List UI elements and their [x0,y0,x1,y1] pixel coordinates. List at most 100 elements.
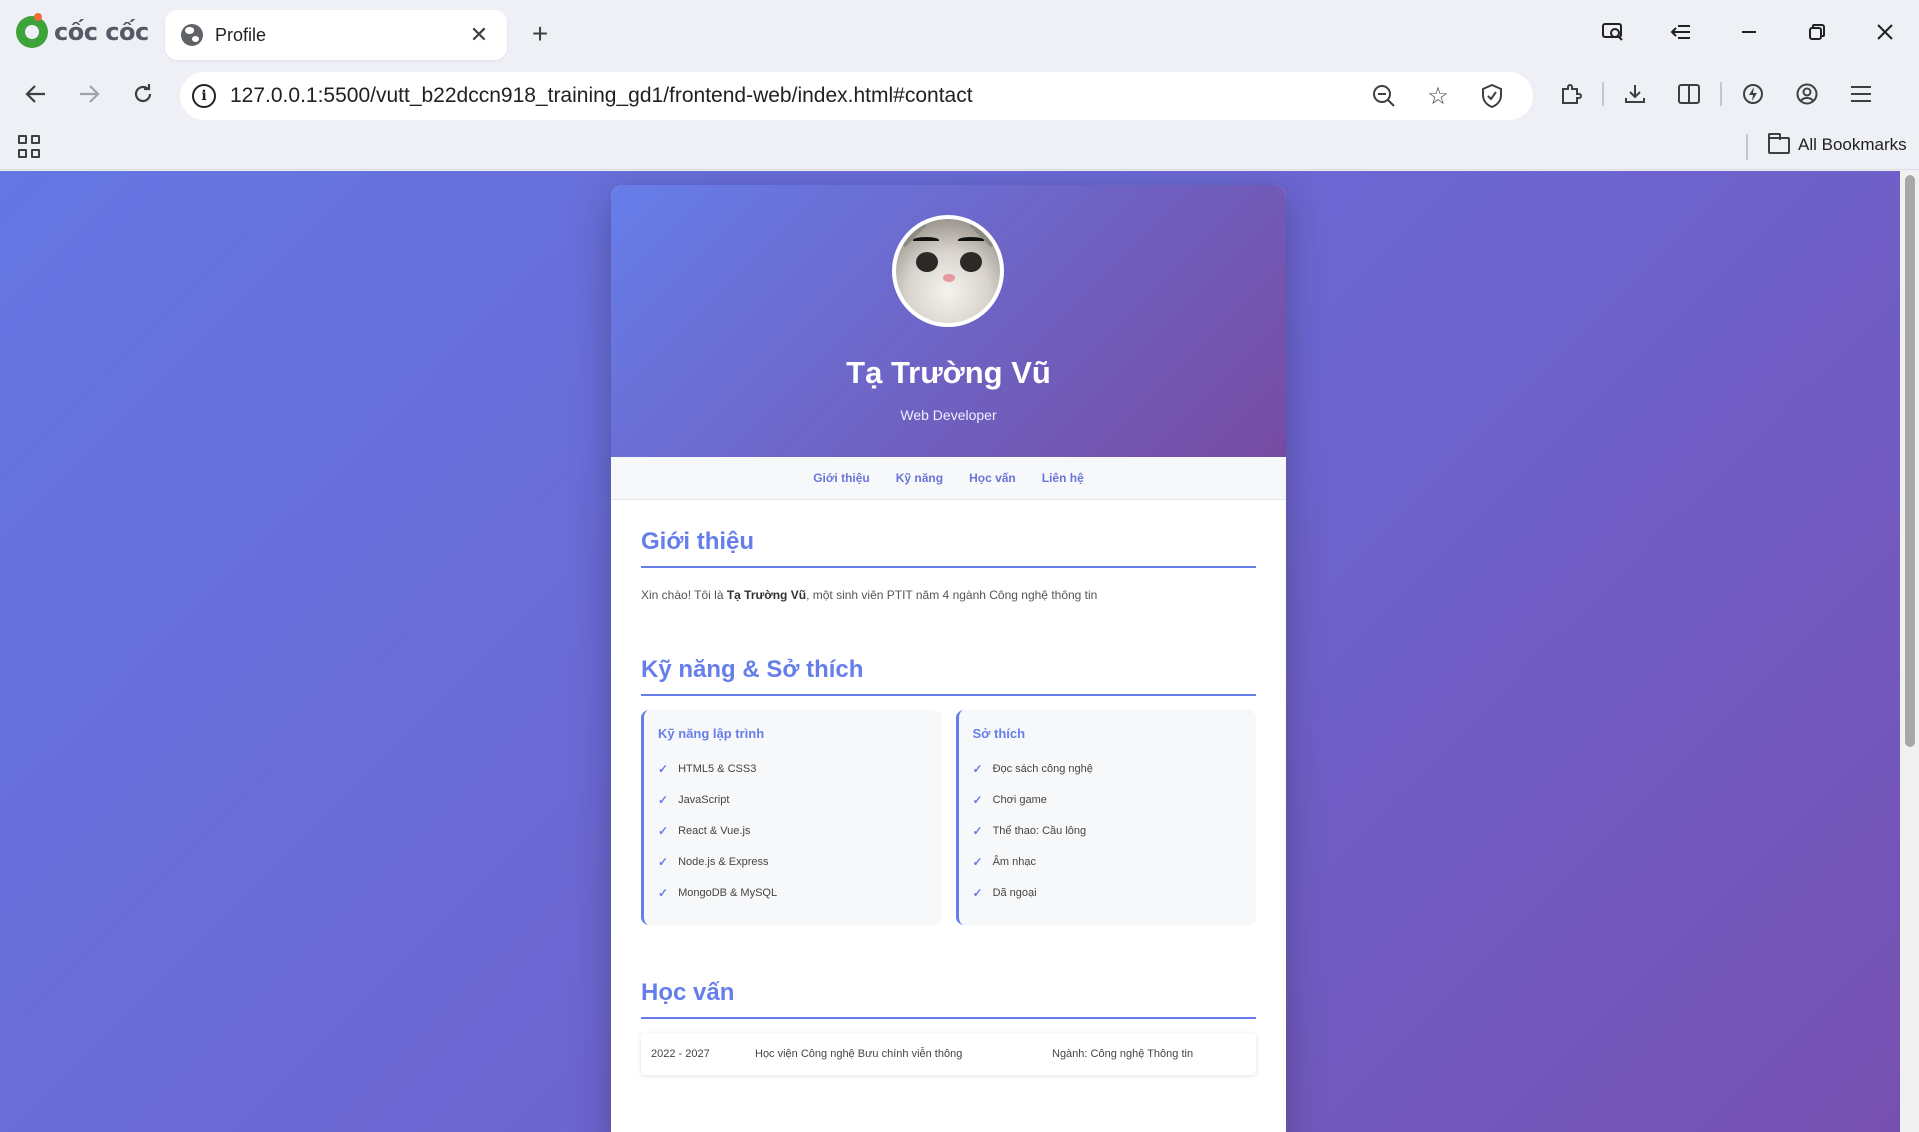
minimize-icon[interactable] [1715,0,1783,64]
nav-link-contact[interactable]: Liên hệ [1042,471,1084,485]
intro-name: Tạ Trường Vũ [726,588,807,602]
scrollbar-thumb[interactable] [1905,175,1915,747]
coccoc-logo-icon [16,13,48,48]
profile-card: Tạ Trường Vũ Web Developer Giới thiệu Kỹ… [611,185,1286,1132]
education-row: 2022 - 2027 Học viện Công nghệ Bưu chính… [641,1033,1256,1075]
profile-name: Tạ Trường Vũ [846,355,1051,390]
window-controls [1579,0,1919,64]
skill-label: MongoDB & MySQL [678,886,778,899]
cat-eye-right [960,252,982,272]
skill-label: HTML5 & CSS3 [678,762,757,775]
browser-toolbar: i 127.0.0.1:5500/vutt_b22dccn918_trainin… [0,64,1919,126]
check-icon: ✓ [658,885,669,900]
skill-label: JavaScript [678,793,730,806]
site-info-icon[interactable]: i [192,84,216,108]
education-section: Học vấn 2022 - 2027 Học viện Công nghệ B… [641,925,1256,1075]
back-button[interactable] [16,74,56,114]
cat-brow-right [958,237,984,243]
check-icon: ✓ [972,823,983,838]
programming-heading: Kỹ năng lập trình [658,726,765,741]
tab-strip: cốc cốc Profile ✕ + [0,0,1919,64]
adblock-shield-icon[interactable] [1465,76,1519,116]
check-icon: ✓ [972,854,983,869]
skills-section: Kỹ năng & Sở thích Kỹ năng lập trình ✓ HT… [641,602,1256,925]
intro-section: Giới thiệu Xin chào! Tôi là Tạ Trường Vũ… [641,500,1256,602]
folder-icon [1768,132,1790,154]
extensions-icon[interactable] [1544,74,1598,114]
nav-link-intro[interactable]: Giới thiệu [813,471,870,485]
list-item: ✓ JavaScript [658,784,928,815]
performance-icon[interactable] [1726,74,1780,114]
new-tab-button[interactable]: + [523,18,557,52]
list-item: ✓ Đọc sách công nghệ [973,753,1243,784]
check-icon: ✓ [658,854,669,869]
hobby-label: Chơi game [992,793,1047,806]
close-window-icon[interactable] [1851,0,1919,64]
profile-icon[interactable] [1780,74,1834,114]
education-school: Học viện Công nghệ Bưu chính viễn thông [755,1048,963,1060]
list-item: ✓ Âm nhạc [973,846,1243,877]
intro-text-before: Xin chào! Tôi là [641,588,727,602]
hobby-label: Dã ngoại [992,886,1037,899]
hobbies-box: Sở thích ✓ Đọc sách công nghệ ✓ Chơi game … [955,710,1256,925]
tab-title: Profile [215,24,267,45]
cat-brow-left [913,237,939,243]
list-item: ✓ React & Vue.js [658,815,928,846]
all-bookmarks-button[interactable]: All Bookmarks [1768,132,1907,155]
skill-label: Node.js & Express [678,855,769,868]
check-icon: ✓ [972,761,983,776]
education-years: 2022 - 2027 [651,1048,710,1060]
url-text[interactable]: 127.0.0.1:5500/vutt_b22dccn918_training_… [230,84,1357,108]
list-item: ✓ Thể thao: Cầu lông [973,815,1243,846]
bookmark-star-icon[interactable]: ☆ [1411,76,1465,116]
cat-nose [943,274,955,282]
nav-link-skills[interactable]: Kỹ năng [896,471,943,485]
download-icon[interactable] [1608,74,1662,114]
page-viewport: Tạ Trường Vũ Web Developer Giới thiệu Kỹ… [0,171,1919,1132]
close-tab-icon[interactable]: ✕ [467,23,491,47]
address-bar[interactable]: i 127.0.0.1:5500/vutt_b22dccn918_trainin… [180,72,1533,120]
tab-profile[interactable]: Profile ✕ [165,10,507,60]
split-view-icon[interactable] [1662,74,1716,114]
nav-link-education[interactable]: Học vấn [969,471,1016,485]
list-item: ✓ Dã ngoại [973,877,1243,908]
page-content: Giới thiệu Xin chào! Tôi là Tạ Trường Vũ… [611,500,1286,1075]
restore-icon[interactable] [1783,0,1851,64]
list-item: ✓ HTML5 & CSS3 [658,753,928,784]
bookmarks-bar: All Bookmarks [0,126,1919,170]
programming-skills-box: Kỹ năng lập trình ✓ HTML5 & CSS3 ✓ JavaScr… [641,710,942,925]
browser-brand[interactable]: cốc cốc [16,13,149,50]
page-scrollbar[interactable] [1900,171,1919,1132]
menu-icon[interactable] [1834,74,1888,114]
search-tabs-icon[interactable] [1579,0,1647,64]
reload-button[interactable] [123,74,163,114]
brand-text: cốc cốc [54,18,149,46]
globe-icon [181,24,203,46]
toolbar-divider [1602,82,1604,106]
check-icon: ✓ [972,792,983,807]
education-major: Ngành: Công nghệ Thông tin [1052,1048,1194,1060]
list-item: ✓ MongoDB & MySQL [658,877,928,908]
check-icon: ✓ [658,792,669,807]
intro-text-after: , một sinh viên PTIT năm 4 ngành Công ng… [806,588,1098,602]
all-bookmarks-label: All Bookmarks [1798,135,1907,154]
hobby-label: Đọc sách công nghệ [992,762,1093,775]
apps-grid-icon[interactable] [18,135,42,159]
toolbar-right-icons [1544,74,1888,114]
hobby-label: Âm nhạc [992,855,1036,868]
forward-button[interactable] [69,74,109,114]
cat-eye-left [916,252,938,272]
hobbies-heading: Sở thích [972,726,1026,741]
education-title: Học vấn [641,979,1256,1019]
skills-title: Kỹ năng & Sở thích [641,656,1256,696]
profile-role: Web Developer [900,407,997,423]
skills-grid: Kỹ năng lập trình ✓ HTML5 & CSS3 ✓ JavaScr… [641,710,1256,925]
check-icon: ✓ [972,885,983,900]
bookmarks-divider [1746,134,1748,160]
avatar [892,215,1004,327]
zoom-out-icon[interactable] [1357,76,1411,116]
intro-title: Giới thiệu [641,528,1256,568]
back-forward-list-icon[interactable] [1647,0,1715,64]
profile-header: Tạ Trường Vũ Web Developer [611,185,1286,457]
skill-label: React & Vue.js [678,824,751,837]
